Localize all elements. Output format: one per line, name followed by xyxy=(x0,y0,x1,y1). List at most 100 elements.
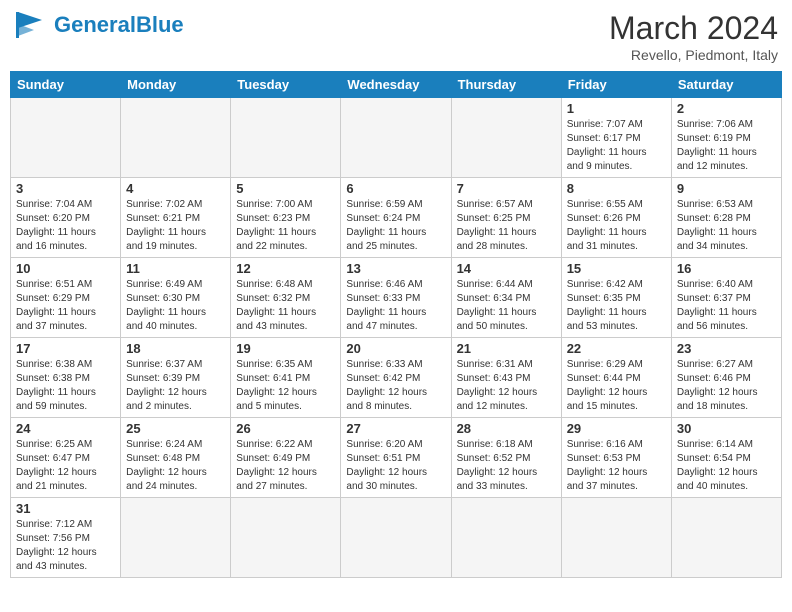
day-cell-24: 24 Sunrise: 6:25 AM Sunset: 6:47 PM Dayli… xyxy=(11,418,121,498)
day-number: 10 xyxy=(16,261,115,276)
day-cell-3: 3 Sunrise: 7:04 AM Sunset: 6:20 PM Daylig… xyxy=(11,178,121,258)
weekday-sunday: Sunday xyxy=(11,72,121,98)
day-number: 21 xyxy=(457,341,556,356)
day-info: Sunrise: 6:35 AM Sunset: 6:41 PM Dayligh… xyxy=(236,358,335,414)
day-info: Sunrise: 6:29 AM Sunset: 6:44 PM Dayligh… xyxy=(567,358,666,414)
empty-cell xyxy=(231,498,341,578)
day-cell-20: 20 Sunrise: 6:33 AM Sunset: 6:42 PM Dayli… xyxy=(341,338,451,418)
empty-cell xyxy=(121,98,231,178)
day-info: Sunrise: 7:04 AM Sunset: 6:20 PM Dayligh… xyxy=(16,198,115,254)
day-info: Sunrise: 6:20 AM Sunset: 6:51 PM Dayligh… xyxy=(346,438,445,494)
day-number: 18 xyxy=(126,341,225,356)
week-row-6: 31 Sunrise: 7:12 AM Sunset: 7:56 PM Dayli… xyxy=(11,498,782,578)
day-number: 14 xyxy=(457,261,556,276)
day-cell-13: 13 Sunrise: 6:46 AM Sunset: 6:33 PM Dayli… xyxy=(341,258,451,338)
day-cell-1: 1Sunrise: 7:07 AM Sunset: 6:17 PM Daylig… xyxy=(561,98,671,178)
day-cell-10: 10 Sunrise: 6:51 AM Sunset: 6:29 PM Dayli… xyxy=(11,258,121,338)
day-number: 23 xyxy=(677,341,776,356)
day-number: 17 xyxy=(16,341,115,356)
day-cell-30: 30 Sunrise: 6:14 AM Sunset: 6:54 PM Dayli… xyxy=(671,418,781,498)
day-info: Sunrise: 6:48 AM Sunset: 6:32 PM Dayligh… xyxy=(236,278,335,334)
week-row-5: 24 Sunrise: 6:25 AM Sunset: 6:47 PM Dayli… xyxy=(11,418,782,498)
weekday-tuesday: Tuesday xyxy=(231,72,341,98)
day-number: 27 xyxy=(346,421,445,436)
day-cell-15: 15 Sunrise: 6:42 AM Sunset: 6:35 PM Dayli… xyxy=(561,258,671,338)
week-row-2: 3 Sunrise: 7:04 AM Sunset: 6:20 PM Daylig… xyxy=(11,178,782,258)
day-number: 11 xyxy=(126,261,225,276)
day-number: 3 xyxy=(16,181,115,196)
day-info: Sunrise: 6:22 AM Sunset: 6:49 PM Dayligh… xyxy=(236,438,335,494)
day-cell-21: 21 Sunrise: 6:31 AM Sunset: 6:43 PM Dayli… xyxy=(451,338,561,418)
day-number: 13 xyxy=(346,261,445,276)
day-cell-9: 9 Sunrise: 6:53 AM Sunset: 6:28 PM Daylig… xyxy=(671,178,781,258)
day-number: 15 xyxy=(567,261,666,276)
day-info: Sunrise: 6:18 AM Sunset: 6:52 PM Dayligh… xyxy=(457,438,556,494)
empty-cell xyxy=(671,498,781,578)
day-info: Sunrise: 7:12 AM Sunset: 7:56 PM Dayligh… xyxy=(16,518,115,574)
logo-text: GeneralBlue xyxy=(54,14,184,37)
location-subtitle: Revello, Piedmont, Italy xyxy=(609,47,778,63)
day-cell-7: 7Sunrise: 6:57 AM Sunset: 6:25 PM Daylig… xyxy=(451,178,561,258)
month-title: March 2024 xyxy=(609,10,778,47)
weekday-friday: Friday xyxy=(561,72,671,98)
day-number: 6 xyxy=(346,181,445,196)
day-number: 26 xyxy=(236,421,335,436)
day-cell-17: 17 Sunrise: 6:38 AM Sunset: 6:38 PM Dayli… xyxy=(11,338,121,418)
day-info: Sunrise: 7:02 AM Sunset: 6:21 PM Dayligh… xyxy=(126,198,225,254)
day-cell-5: 5Sunrise: 7:00 AM Sunset: 6:23 PM Daylig… xyxy=(231,178,341,258)
day-number: 8 xyxy=(567,181,666,196)
empty-cell xyxy=(451,98,561,178)
empty-cell xyxy=(451,498,561,578)
day-cell-23: 23 Sunrise: 6:27 AM Sunset: 6:46 PM Dayli… xyxy=(671,338,781,418)
weekday-monday: Monday xyxy=(121,72,231,98)
day-info: Sunrise: 6:46 AM Sunset: 6:33 PM Dayligh… xyxy=(346,278,445,334)
day-cell-29: 29Sunrise: 6:16 AM Sunset: 6:53 PM Dayli… xyxy=(561,418,671,498)
day-number: 20 xyxy=(346,341,445,356)
day-cell-31: 31 Sunrise: 7:12 AM Sunset: 7:56 PM Dayli… xyxy=(11,498,121,578)
weekday-saturday: Saturday xyxy=(671,72,781,98)
day-number: 30 xyxy=(677,421,776,436)
day-number: 1 xyxy=(567,101,666,116)
day-number: 22 xyxy=(567,341,666,356)
day-number: 16 xyxy=(677,261,776,276)
day-info: Sunrise: 6:33 AM Sunset: 6:42 PM Dayligh… xyxy=(346,358,445,414)
day-info: Sunrise: 6:31 AM Sunset: 6:43 PM Dayligh… xyxy=(457,358,556,414)
day-info: Sunrise: 6:25 AM Sunset: 6:47 PM Dayligh… xyxy=(16,438,115,494)
day-number: 28 xyxy=(457,421,556,436)
title-area: March 2024 Revello, Piedmont, Italy xyxy=(609,10,778,63)
empty-cell xyxy=(561,498,671,578)
day-info: Sunrise: 6:51 AM Sunset: 6:29 PM Dayligh… xyxy=(16,278,115,334)
day-number: 12 xyxy=(236,261,335,276)
weekday-thursday: Thursday xyxy=(451,72,561,98)
day-cell-18: 18Sunrise: 6:37 AM Sunset: 6:39 PM Dayli… xyxy=(121,338,231,418)
day-info: Sunrise: 6:55 AM Sunset: 6:26 PM Dayligh… xyxy=(567,198,666,254)
day-cell-14: 14 Sunrise: 6:44 AM Sunset: 6:34 PM Dayli… xyxy=(451,258,561,338)
day-number: 5 xyxy=(236,181,335,196)
day-cell-2: 2Sunrise: 7:06 AM Sunset: 6:19 PM Daylig… xyxy=(671,98,781,178)
day-number: 24 xyxy=(16,421,115,436)
day-number: 9 xyxy=(677,181,776,196)
day-cell-27: 27 Sunrise: 6:20 AM Sunset: 6:51 PM Dayli… xyxy=(341,418,451,498)
calendar-table: SundayMondayTuesdayWednesdayThursdayFrid… xyxy=(10,71,782,578)
day-number: 7 xyxy=(457,181,556,196)
empty-cell xyxy=(341,98,451,178)
day-cell-22: 22 Sunrise: 6:29 AM Sunset: 6:44 PM Dayli… xyxy=(561,338,671,418)
day-info: Sunrise: 6:53 AM Sunset: 6:28 PM Dayligh… xyxy=(677,198,776,254)
day-number: 31 xyxy=(16,501,115,516)
day-cell-16: 16Sunrise: 6:40 AM Sunset: 6:37 PM Dayli… xyxy=(671,258,781,338)
day-cell-28: 28 Sunrise: 6:18 AM Sunset: 6:52 PM Dayli… xyxy=(451,418,561,498)
week-row-1: 1Sunrise: 7:07 AM Sunset: 6:17 PM Daylig… xyxy=(11,98,782,178)
day-cell-12: 12 Sunrise: 6:48 AM Sunset: 6:32 PM Dayli… xyxy=(231,258,341,338)
day-info: Sunrise: 6:14 AM Sunset: 6:54 PM Dayligh… xyxy=(677,438,776,494)
day-cell-25: 25Sunrise: 6:24 AM Sunset: 6:48 PM Dayli… xyxy=(121,418,231,498)
day-cell-11: 11Sunrise: 6:49 AM Sunset: 6:30 PM Dayli… xyxy=(121,258,231,338)
day-info: Sunrise: 6:44 AM Sunset: 6:34 PM Dayligh… xyxy=(457,278,556,334)
day-info: Sunrise: 6:42 AM Sunset: 6:35 PM Dayligh… xyxy=(567,278,666,334)
day-info: Sunrise: 6:27 AM Sunset: 6:46 PM Dayligh… xyxy=(677,358,776,414)
week-row-4: 17 Sunrise: 6:38 AM Sunset: 6:38 PM Dayli… xyxy=(11,338,782,418)
weekday-wednesday: Wednesday xyxy=(341,72,451,98)
empty-cell xyxy=(341,498,451,578)
day-number: 25 xyxy=(126,421,225,436)
day-info: Sunrise: 6:59 AM Sunset: 6:24 PM Dayligh… xyxy=(346,198,445,254)
day-info: Sunrise: 6:38 AM Sunset: 6:38 PM Dayligh… xyxy=(16,358,115,414)
